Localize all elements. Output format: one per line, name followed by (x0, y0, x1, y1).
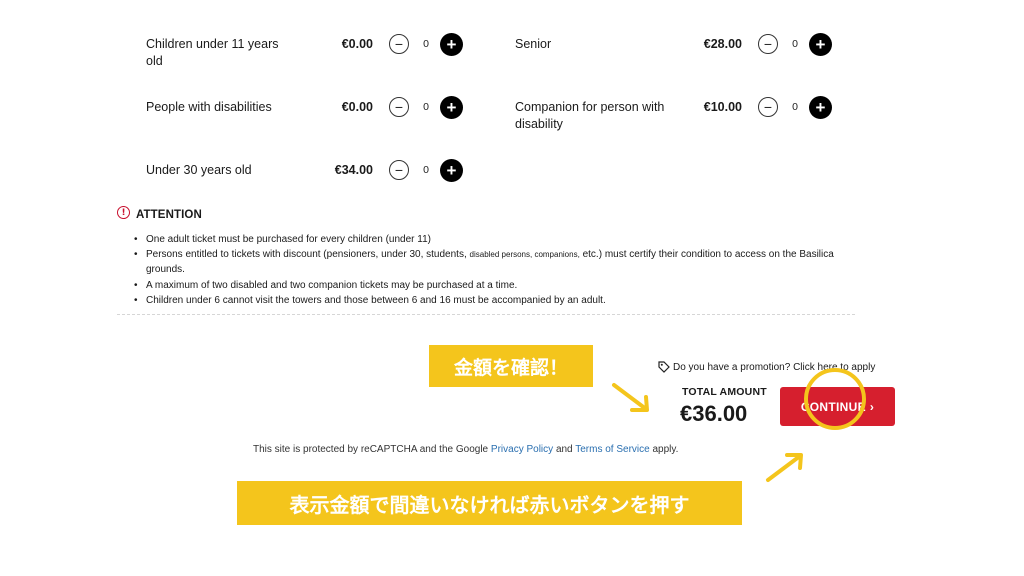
annotation-instruction: 表示金額で間違いなければ赤いボタンを押す (237, 481, 742, 525)
dashed-divider (117, 314, 855, 315)
ticket-price: €34.00 (334, 163, 373, 177)
note-item: One adult ticket must be purchased for e… (132, 232, 852, 247)
annotation-check-amount: 金額を確認！ (429, 345, 593, 387)
note-item: A maximum of two disabled and two compan… (132, 278, 852, 293)
note-item: Persons entitled to tickets with discoun… (132, 247, 852, 277)
minus-icon: − (394, 162, 404, 178)
minus-icon: − (394, 99, 404, 115)
highlight-circle (804, 368, 866, 430)
note-text-small: disabled persons, companions, (469, 250, 580, 260)
decrease-button[interactable]: − (389, 160, 409, 180)
quantity-value: 0 (423, 38, 429, 50)
arrow-right-icon (612, 383, 649, 412)
tag-icon (658, 361, 670, 373)
recaptcha-and: and (555, 444, 573, 455)
plus-icon: + (446, 35, 457, 54)
plus-icon: + (815, 35, 826, 54)
ticket-price: €10.00 (703, 100, 742, 114)
total-label: TOTAL AMOUNT (682, 386, 767, 398)
attention-notes: One adult ticket must be purchased for e… (132, 232, 852, 308)
ticket-label: Companion for person with disability (515, 100, 665, 131)
increase-button[interactable]: + (440, 33, 463, 56)
chevron-right-icon: › (869, 399, 875, 414)
quantity-value: 0 (423, 101, 429, 113)
ticket-price: €28.00 (703, 37, 742, 51)
minus-icon: − (763, 36, 773, 52)
alert-glyph: ! (121, 207, 126, 218)
plus-icon: + (446, 161, 457, 180)
total-amount: €36.00 (680, 401, 748, 426)
privacy-policy-link[interactable]: Privacy Policy (491, 444, 553, 455)
ticket-label: Senior (515, 37, 552, 51)
attention-title: ATTENTION (136, 209, 202, 221)
ticket-label: Children under 11 years old (146, 37, 279, 68)
terms-of-service-link[interactable]: Terms of Service (575, 444, 649, 455)
recaptcha-suffix: apply. (652, 444, 679, 455)
note-text: Children under 6 cannot visit the towers… (146, 294, 606, 306)
plus-icon: + (815, 98, 826, 117)
quantity-value: 0 (423, 164, 429, 176)
increase-button[interactable]: + (809, 96, 832, 119)
plus-icon: + (446, 98, 457, 117)
quantity-value: 0 (792, 38, 798, 50)
ticket-price: €0.00 (341, 100, 373, 114)
quantity-value: 0 (792, 101, 798, 113)
increase-button[interactable]: + (809, 33, 832, 56)
decrease-button[interactable]: − (758, 34, 778, 54)
increase-button[interactable]: + (440, 96, 463, 119)
ticket-price: €0.00 (341, 37, 373, 51)
increase-button[interactable]: + (440, 159, 463, 182)
recaptcha-text: This site is protected by reCAPTCHA and … (253, 444, 489, 455)
ticket-label: Under 30 years old (146, 163, 252, 177)
minus-icon: − (763, 99, 773, 115)
decrease-button[interactable]: − (389, 97, 409, 117)
note-item: Children under 6 cannot visit the towers… (132, 293, 852, 308)
note-text: One adult ticket must be purchased for e… (146, 234, 431, 245)
decrease-button[interactable]: − (758, 97, 778, 117)
note-text: Persons entitled to tickets with discoun… (146, 249, 467, 261)
alert-icon: ! (117, 206, 130, 219)
arrow-up-right-icon (766, 453, 803, 482)
ticket-label: People with disabilities (146, 100, 272, 114)
minus-icon: − (394, 36, 404, 52)
note-text: A maximum of two disabled and two compan… (146, 279, 518, 291)
recaptcha-notice: This site is protected by reCAPTCHA and … (253, 444, 678, 455)
decrease-button[interactable]: − (389, 34, 409, 54)
